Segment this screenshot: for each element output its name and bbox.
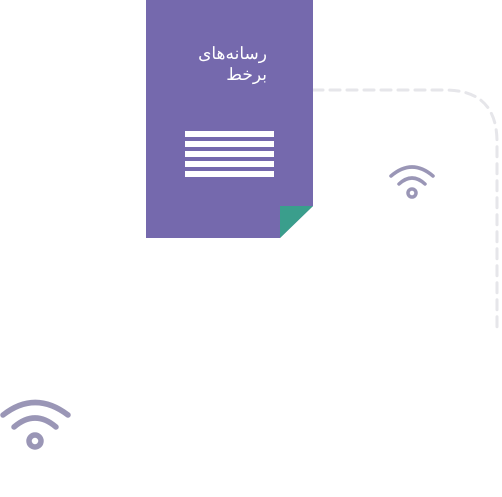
document-lines [185, 131, 274, 181]
wifi-icon [389, 165, 435, 199]
document-card: رسانه‌های برخط [146, 0, 313, 238]
document-line [185, 141, 274, 147]
document-shape [146, 0, 313, 238]
document-line [185, 151, 274, 157]
document-line [185, 161, 274, 167]
document-title: رسانه‌های برخط [198, 44, 267, 85]
document-line [185, 171, 274, 177]
wifi-icon [0, 399, 71, 450]
document-line [185, 131, 274, 137]
